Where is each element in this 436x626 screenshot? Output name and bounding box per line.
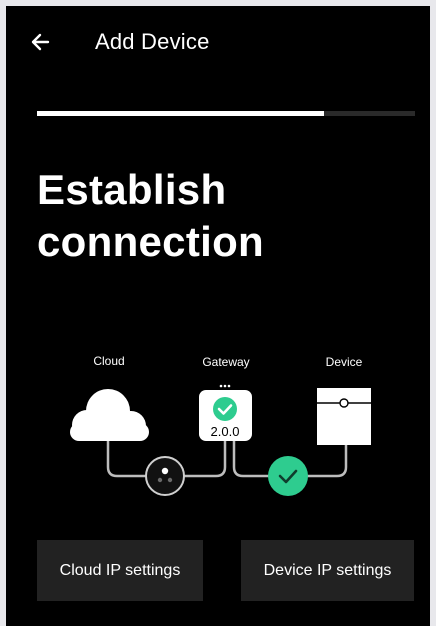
device-ip-settings-button[interactable]: Device IP settings	[241, 540, 414, 601]
cloud-icon	[70, 389, 149, 441]
progress-bar-fill	[37, 111, 325, 116]
cloud-link-status-icon	[145, 456, 185, 496]
headline-line-1: Establish	[37, 166, 227, 213]
arrow-left-icon	[31, 33, 50, 51]
page-title: Add Device	[95, 29, 210, 54]
device-label: Device	[325, 355, 363, 369]
device-link-status-icon	[268, 456, 308, 496]
connection-diagram: Cloud Gateway Device 2.0.0	[6, 341, 430, 511]
top-app-bar: Add Device	[6, 6, 430, 78]
add-device-screen: Add Device Establish connection Cloud Ga…	[6, 6, 430, 626]
headline: Establish connection	[37, 164, 407, 268]
cloud-label: Cloud	[93, 354, 125, 368]
device-icon	[317, 388, 371, 445]
back-button[interactable]	[26, 28, 54, 56]
cloud-ip-settings-button[interactable]: Cloud IP settings	[37, 540, 203, 601]
headline-line-2: connection	[37, 218, 265, 265]
cloud-ip-settings-label: Cloud IP settings	[59, 561, 181, 579]
gateway-label: Gateway	[202, 355, 250, 369]
gateway-version: 2.0.0	[210, 424, 240, 439]
progress-bar	[37, 111, 415, 116]
device-ip-settings-label: Device IP settings	[263, 561, 392, 579]
